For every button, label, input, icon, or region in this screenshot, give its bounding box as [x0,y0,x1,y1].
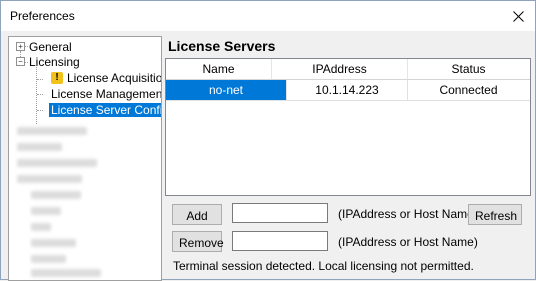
cell-ipaddress[interactable]: 10.1.14.223 [287,80,408,100]
tree-item-label: License Management [51,87,162,101]
obscured-tree-item [17,159,97,167]
license-servers-table[interactable]: Name IPAddress Status no-net 10.1.14.223… [165,58,531,196]
obscured-tree-item [17,175,82,183]
column-header-ipaddress[interactable]: IPAddress [272,59,408,79]
collapse-icon[interactable]: − [16,57,25,66]
remove-button[interactable]: Remove [172,231,224,252]
cell-name[interactable]: no-net [166,80,287,100]
obscured-tree-item [31,255,66,263]
tree-item-license-server-configuration[interactable]: License Server Configu [49,103,161,118]
remove-hint: (IPAddress or Host Name) [338,235,478,249]
obscured-tree-item [31,269,101,277]
warning-icon: ! [51,72,63,84]
section-title: License Servers [168,38,276,54]
close-icon [512,10,524,22]
add-button[interactable]: Add [172,204,222,225]
preferences-window: Preferences + General − Licensing ! Lice… [0,0,536,281]
close-button[interactable] [501,1,535,31]
tree-item-label: General [29,40,72,54]
cell-status[interactable]: Connected [408,80,529,100]
tree-item-label: Licensing [29,55,80,69]
table-header: Name IPAddress Status [166,59,530,80]
tree-item-label: License Acquisition [67,71,162,85]
refresh-button[interactable]: Refresh [468,204,522,225]
preferences-tree[interactable]: + General − Licensing ! License Acquisit… [8,36,162,281]
expand-icon[interactable]: + [16,42,25,51]
add-hint: (IPAddress or Host Name) [338,207,478,221]
obscured-tree-item [17,143,62,151]
column-header-status[interactable]: Status [408,59,529,79]
obscured-tree-item [31,223,51,231]
remove-server-input[interactable] [232,231,328,251]
tree-item-label: License Server Configu [49,103,161,117]
obscured-tree-item [31,207,61,215]
table-row[interactable]: no-net 10.1.14.223 Connected [166,80,530,101]
obscured-tree-item [31,239,76,247]
obscured-tree-item [31,191,81,199]
window-title: Preferences [10,9,75,23]
add-server-input[interactable] [232,203,328,223]
column-header-name[interactable]: Name [166,59,272,79]
status-message: Terminal session detected. Local licensi… [173,259,474,273]
obscured-tree-item [17,127,87,135]
title-bar: Preferences [1,1,535,31]
